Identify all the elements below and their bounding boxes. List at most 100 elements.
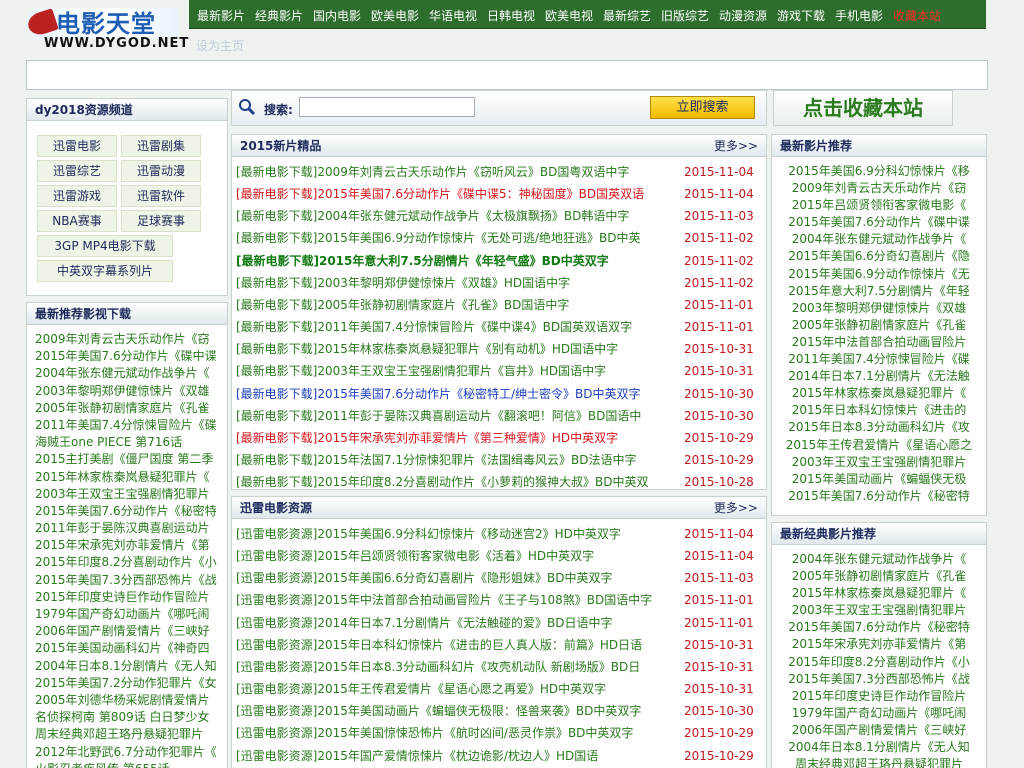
xunlei-row-title[interactable]: [迅雷电影资源]2014年日本7.1分剧情片《无法触碰的爱》BD日语中字 [236, 612, 676, 634]
recommend-link[interactable]: 2015年美国7.3分西部恐怖片《战 [35, 572, 227, 589]
xunlei-row-title[interactable]: [迅雷电影资源]2015年国产爱情惊悚片《枕边诡影/枕边人》HD国语 [236, 745, 676, 767]
new-film-link[interactable]: 2015年中法首部合拍动画冒险片 [772, 334, 986, 351]
site-logo[interactable]: 电影天堂 WWW.DYGOD.NET [25, 0, 188, 56]
channel-xunlei-anime[interactable]: 迅雷动漫 [121, 160, 201, 182]
film-row-title[interactable]: [最新电影下载]2015年法国7.1分惊悚犯罪片《法国缉毒风云》BD法语中字 [236, 449, 676, 471]
nav-item-mobile[interactable]: 手机电影 [835, 7, 883, 24]
film-row-title[interactable]: [最新电影下载]2004年张东健元斌动作战争片《太极旗飘扬》BD韩语中字 [236, 205, 676, 227]
nav-item-anime[interactable]: 动漫资源 [719, 7, 767, 24]
classic-film-link[interactable]: 2004年张东健元斌动作战争片《 [772, 551, 986, 568]
channel-3gp-mp4[interactable]: 3GP MP4电影下载 [37, 235, 173, 257]
recommend-link[interactable]: 2015年印度8.2分喜剧动作片《小 [35, 554, 227, 571]
nav-item-bookmark[interactable]: 收藏本站 [893, 7, 941, 24]
nav-item-domestic[interactable]: 国内电影 [313, 7, 361, 24]
film-row-title[interactable]: [最新电影下载]2009年刘青云古天乐动作片《窃听风云》BD国粤双语中字 [236, 161, 676, 183]
new-film-link[interactable]: 2015年美国动画片《蝙蝠侠无极 [772, 471, 986, 488]
recommend-link[interactable]: 2006年国产剧情爱情片《三峡好 [35, 623, 227, 640]
recommend-link[interactable]: 2015主打美剧《僵尸国度 第二季 [35, 451, 227, 468]
set-homepage-link[interactable]: 设为主页 [196, 37, 244, 54]
nav-item-latest[interactable]: 最新影片 [197, 7, 245, 24]
recommend-link[interactable]: 2003年王双宝王宝强剧情犯罪片 [35, 486, 227, 503]
xunlei-row-title[interactable]: [迅雷电影资源]2015年日本8.3分动画科幻片《攻壳机动队 新剧场版》BD日 [236, 656, 676, 678]
recommend-link[interactable]: 2015年美国7.6分动作片《秘密特 [35, 503, 227, 520]
recommend-link[interactable]: 周末经典邓超王珞丹悬疑犯罪片 [35, 726, 227, 743]
xunlei-row-title[interactable]: [迅雷电影资源]2015年日本科幻惊悚片《进击的巨人真人版：前篇》HD日语 [236, 634, 676, 656]
classic-film-link[interactable]: 2015年林家栋秦岚悬疑犯罪片《 [772, 585, 986, 602]
classic-film-link[interactable]: 2015年宋承宪刘亦菲爱情片《第 [772, 636, 986, 653]
film-row-title[interactable]: [最新电影下载]2003年王双宝王宝强剧情犯罪片《盲井》HD国语中字 [236, 360, 676, 382]
recommend-link[interactable]: 2015年宋承宪刘亦菲爱情片《第 [35, 537, 227, 554]
new-film-link[interactable]: 2015年日本8.3分动画科幻片《攻 [772, 419, 986, 436]
new-film-link[interactable]: 2015年美国6.9分科幻惊悚片《移 [772, 163, 986, 180]
new-film-link[interactable]: 2015年王传君爱情片《星语心愿之 [772, 437, 986, 454]
film-row-title[interactable]: [最新电影下载]2015年意大利7.5分剧情片《年轻气盛》BD中英双字 [236, 250, 676, 272]
new-film-link[interactable]: 2014年日本7.1分剧情片《无法触 [772, 368, 986, 385]
classic-film-link[interactable]: 2015年美国7.6分动作片《秘密特 [772, 619, 986, 636]
xunlei-row-title[interactable]: [迅雷电影资源]2015年美国6.6分奇幻喜剧片《隐形姐妹》BD中英双字 [236, 567, 676, 589]
film-row-title[interactable]: [最新电影下载]2015年印度8.2分喜剧动作片《小萝莉的猴神大叔》BD中英双 [236, 471, 676, 489]
nav-item-variety[interactable]: 最新综艺 [603, 7, 651, 24]
classic-film-link[interactable]: 周末经典邓超王珞丹悬疑犯罪片 [772, 756, 986, 768]
nav-item-western-tv[interactable]: 欧美电视 [545, 7, 593, 24]
new-film-link[interactable]: 2004年张东健元斌动作战争片《 [772, 231, 986, 248]
channel-bilingual-subs[interactable]: 中英双字幕系列片 [37, 260, 173, 282]
film-row-title[interactable]: [最新电影下载]2005年张静初剧情家庭片《孔雀》BD国语中字 [236, 294, 676, 316]
recommend-link[interactable]: 2003年黎明郑伊健惊悚片《双雄 [35, 383, 227, 400]
channel-football[interactable]: 足球赛事 [121, 210, 201, 232]
xunlei-row-title[interactable]: [迅雷电影资源]2015年美国6.9分科幻惊悚片《移动迷宫2》HD中英双字 [236, 523, 676, 545]
new-film-link[interactable]: 2011年美国7.4分惊悚冒险片《碟 [772, 351, 986, 368]
recommend-link[interactable]: 2015年林家栋秦岚悬疑犯罪片《 [35, 469, 227, 486]
search-button[interactable]: 立即搜索 [650, 96, 755, 119]
bookmark-button[interactable]: 点击收藏本站 [773, 90, 953, 126]
film-row-title[interactable]: [最新电影下载]2015年林家栋秦岚悬疑犯罪片《别有动机》HD国语中字 [236, 338, 676, 360]
xunlei-row-title[interactable]: [迅雷电影资源]2015年中法首部合拍动画冒险片《王子与108煞》BD国语中字 [236, 589, 676, 611]
channel-xunlei-series[interactable]: 迅雷剧集 [121, 135, 201, 157]
recommend-link[interactable]: 2015年印度史诗巨作动作冒险片 [35, 589, 227, 606]
classic-film-link[interactable]: 2015年印度8.2分喜剧动作片《小 [772, 654, 986, 671]
recommend-link[interactable]: 火影忍者疾风传 第655话 [35, 761, 227, 768]
recommend-link[interactable]: 2005年刘德华杨采妮剧情爱情片 [35, 692, 227, 709]
recommend-link[interactable]: 2012年北野武6.7分动作犯罪片《 [35, 744, 227, 761]
xunlei-row-title[interactable]: [迅雷电影资源]2015年吕颂贤领衔客家微电影《活着》HD中英双字 [236, 545, 676, 567]
new-film-link[interactable]: 2003年黎明郑伊健惊悚片《双雄 [772, 300, 986, 317]
new-film-link[interactable]: 2009年刘青云古天乐动作片《窃 [772, 180, 986, 197]
search-input[interactable] [299, 97, 475, 117]
new-film-link[interactable]: 2015年吕颂贤领衔客家微电影《 [772, 197, 986, 214]
xunlei-more-link[interactable]: 更多>> [714, 497, 758, 519]
recommend-link[interactable]: 海贼王one PIECE 第716话 [35, 434, 227, 451]
xunlei-row-title[interactable]: [迅雷电影资源]2015年美国惊悚恐怖片《航时凶间/恶灵作祟》BD中英双字 [236, 722, 676, 744]
new-film-link[interactable]: 2015年美国6.6分奇幻喜剧片《隐 [772, 248, 986, 265]
channel-nba[interactable]: NBA赛事 [37, 210, 117, 232]
recommend-link[interactable]: 2015年美国7.6分动作片《碟中谍 [35, 348, 227, 365]
recommend-link[interactable]: 2009年刘青云古天乐动作片《窃 [35, 331, 227, 348]
nav-item-western[interactable]: 欧美电影 [371, 7, 419, 24]
nav-item-old-variety[interactable]: 旧版综艺 [661, 7, 709, 24]
recommend-link[interactable]: 2011年美国7.4分惊悚冒险片《碟 [35, 417, 227, 434]
new-film-link[interactable]: 2003年王双宝王宝强剧情犯罪片 [772, 454, 986, 471]
nav-item-classic[interactable]: 经典影片 [255, 7, 303, 24]
new-film-link[interactable]: 2015年日本科幻惊悚片《进击的 [772, 402, 986, 419]
classic-film-link[interactable]: 2006年国产剧情爱情片《三峡好 [772, 722, 986, 739]
classic-film-link[interactable]: 2015年印度史诗巨作动作冒险片 [772, 688, 986, 705]
recommend-link[interactable]: 2015年美国动画科幻片《神奇四 [35, 640, 227, 657]
new-film-link[interactable]: 2015年意大利7.5分剧情片《年轻 [772, 283, 986, 300]
new-film-link[interactable]: 2015年美国6.9分动作惊悚片《无 [772, 266, 986, 283]
channel-xunlei-movie[interactable]: 迅雷电影 [37, 135, 117, 157]
recommend-link[interactable]: 2004年张东健元斌动作战争片《 [35, 365, 227, 382]
recommend-link[interactable]: 2005年张静初剧情家庭片《孔雀 [35, 400, 227, 417]
new-film-link[interactable]: 2015年美国7.6分动作片《碟中谍 [772, 214, 986, 231]
new-film-link[interactable]: 2005年张静初剧情家庭片《孔雀 [772, 317, 986, 334]
classic-film-link[interactable]: 2003年王双宝王宝强剧情犯罪片 [772, 602, 986, 619]
new-film-link[interactable]: 2015年美国7.6分动作片《秘密特 [772, 488, 986, 505]
nav-item-japan-korea-tv[interactable]: 日韩电视 [487, 7, 535, 24]
channel-xunlei-software[interactable]: 迅雷软件 [121, 185, 201, 207]
xunlei-row-title[interactable]: [迅雷电影资源]2015年王传君爱情片《星语心愿之再爱》HD中英双字 [236, 678, 676, 700]
film-row-title[interactable]: [最新电影下载]2015年美国7.6分动作片《秘密特工/绅士密令》BD中英双字 [236, 383, 676, 405]
channel-xunlei-variety[interactable]: 迅雷综艺 [37, 160, 117, 182]
film-row-title[interactable]: [最新电影下载]2003年黎明郑伊健惊悚片《双雄》HD国语中字 [236, 272, 676, 294]
xunlei-row-title[interactable]: [迅雷电影资源]2015年美国动画片《蝙蝠侠无极限：怪兽来袭》BD中英双字 [236, 700, 676, 722]
film-row-title[interactable]: [最新电影下载]2011年彭于晏陈汉典喜剧运动片《翻滚吧！阿信》BD国语中 [236, 405, 676, 427]
film-row-title[interactable]: [最新电影下载]2015年美国6.9分动作惊悚片《无处可逃/绝地狂逃》BD中英 [236, 227, 676, 249]
recommend-link[interactable]: 名侦探柯南 第809话 白日梦少女 [35, 709, 227, 726]
nav-item-games[interactable]: 游戏下载 [777, 7, 825, 24]
